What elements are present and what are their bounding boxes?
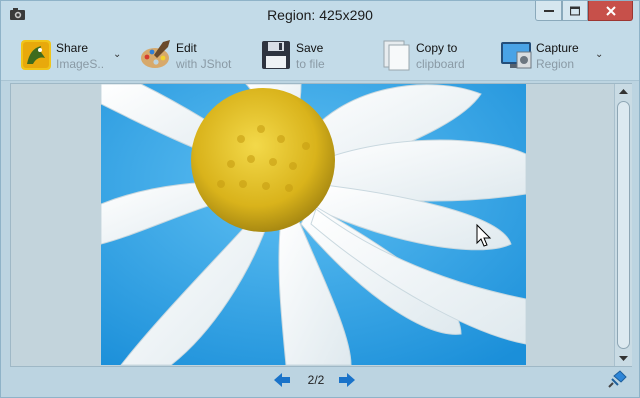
save-label: Save	[296, 41, 324, 55]
scroll-up-icon[interactable]	[615, 84, 632, 100]
palette-icon	[141, 40, 170, 68]
maximize-button[interactable]	[562, 1, 588, 21]
share-dropdown-icon[interactable]: ⌄	[113, 49, 121, 60]
capture-region-icon	[501, 42, 532, 69]
copy-sublabel: clipboard	[416, 57, 465, 71]
share-button[interactable]: Share ImageS.. ⌄	[19, 35, 127, 75]
share-label: Share	[56, 41, 89, 55]
minimize-icon	[543, 9, 554, 12]
save-button[interactable]: Save to file	[259, 35, 339, 75]
close-button[interactable]	[588, 1, 633, 21]
edit-button[interactable]: Edit with JShot	[139, 35, 239, 75]
jshot-window: Region: 425x290 Share ImageS.. ⌄ Edit wi…	[0, 0, 640, 398]
next-arrow-icon[interactable]	[337, 372, 357, 388]
vertical-scrollbar[interactable]	[614, 84, 632, 366]
clipboard-icon	[383, 40, 410, 71]
scrollbar-thumb[interactable]	[617, 101, 630, 349]
capture-label: Capture	[536, 41, 579, 55]
capture-sublabel: Region	[536, 57, 575, 71]
pin-icon[interactable]	[607, 369, 629, 389]
previous-arrow-icon[interactable]	[272, 372, 292, 388]
daisy-image	[101, 84, 526, 365]
toolbar: Share ImageS.. ⌄ Edit with JShot Save to…	[1, 29, 639, 81]
title-bar[interactable]: Region: 425x290	[1, 1, 639, 29]
edit-sublabel: with JShot	[176, 57, 232, 71]
capture-dropdown-icon[interactable]: ⌄	[595, 49, 603, 60]
share-icon	[21, 40, 51, 70]
share-sublabel: ImageS..	[56, 57, 105, 71]
captured-image[interactable]	[101, 84, 526, 365]
copy-to-clipboard-button[interactable]: Copy to clipboard	[379, 35, 479, 75]
edit-label: Edit	[176, 41, 197, 55]
preview-pane	[10, 83, 632, 367]
scroll-down-icon[interactable]	[615, 350, 632, 366]
floppy-disk-icon	[262, 41, 290, 69]
close-icon	[605, 5, 616, 16]
status-bar: 2/2	[1, 367, 639, 397]
capture-button[interactable]: Capture Region ⌄	[499, 35, 609, 75]
save-sublabel: to file	[296, 57, 325, 71]
minimize-button[interactable]	[535, 1, 562, 21]
copy-label: Copy to	[416, 41, 458, 55]
maximize-icon	[570, 6, 580, 15]
page-counter: 2/2	[307, 373, 325, 387]
